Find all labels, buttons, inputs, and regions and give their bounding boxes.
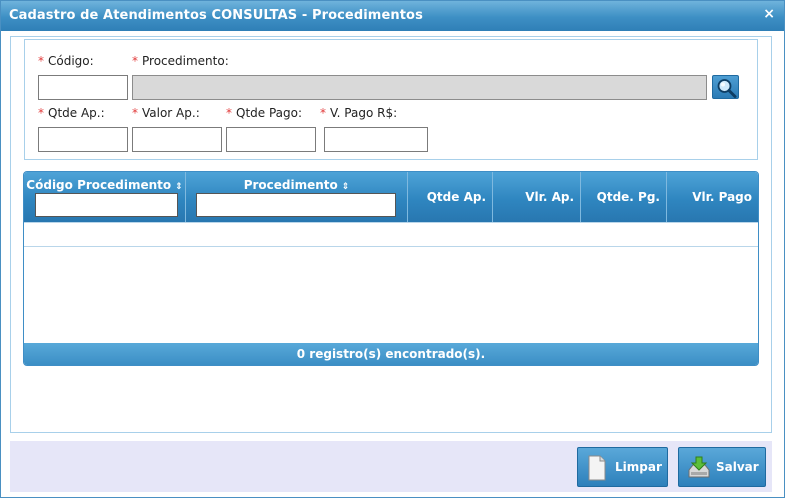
valor-ap-label: * Valor Ap.: [132,106,200,120]
v-pago-label: * V. Pago R$: [320,106,398,120]
column-label: Procedimento [243,178,338,192]
limpar-button[interactable]: Limpar [577,447,668,487]
title-bar[interactable]: Cadastro de Atendimentos CONSULTAS - Pro… [1,1,784,31]
sort-icon: ⇕ [341,182,350,192]
qtde-ap-input[interactable] [38,127,128,152]
window-title: Cadastro de Atendimentos CONSULTAS - Pro… [9,8,423,23]
grid-footer: 0 registro(s) encontrado(s). [24,343,758,365]
qtde-pago-label: * Qtde Pago: [226,106,303,120]
magnifier-icon [717,79,737,98]
column-label: Qtde Ap. [426,190,486,204]
filter-procedimento-input[interactable] [196,193,396,217]
column-vlr-pago[interactable]: Vlr. Pago [667,172,758,222]
codigo-input[interactable] [38,75,128,100]
column-qtde-ap[interactable]: Qtde Ap. [408,172,493,222]
codigo-label: * Código: [38,54,94,68]
column-codigo-procedimento[interactable]: Código Procedimento ⇕ [24,172,186,222]
column-vlr-ap[interactable]: Vlr. Ap. [493,172,581,222]
column-label: Código Procedimento [26,178,172,192]
qtde-pago-input[interactable] [226,127,316,152]
required-mark: * [132,54,138,68]
column-qtde-pg[interactable]: Qtde. Pg. [581,172,667,222]
column-label: Qtde. Pg. [596,190,660,204]
filter-codigo-input[interactable] [35,193,178,217]
action-bar: Limpar Salvar [10,441,772,492]
valor-ap-input[interactable] [132,127,222,152]
salvar-button[interactable]: Salvar [678,447,766,487]
procedures-grid: Código Procedimento ⇕ Procedimento ⇕ Qtde … [23,171,759,366]
procedimento-label: * Procedimento: [132,54,229,68]
qtde-ap-label: * Qtde Ap.: [38,106,105,120]
v-pago-input[interactable] [324,127,428,152]
column-label: Vlr. Ap. [525,190,574,204]
required-mark: * [226,106,232,120]
column-label: Vlr. Pago [692,190,752,204]
procedimento-field [132,75,707,100]
empty-row [24,222,758,247]
grid-header: Código Procedimento ⇕ Procedimento ⇕ Qtde … [24,172,758,222]
disk-download-icon [688,456,710,478]
close-icon[interactable]: × [763,6,775,22]
required-mark: * [38,106,44,120]
blank-page-icon [588,455,606,481]
search-button[interactable] [712,75,739,99]
dialog-window: Cadastro de Atendimentos CONSULTAS - Pro… [0,0,785,498]
required-mark: * [132,106,138,120]
limpar-label: Limpar [615,460,662,474]
column-procedimento[interactable]: Procedimento ⇕ [186,172,408,222]
required-mark: * [320,106,326,120]
salvar-label: Salvar [716,460,759,474]
sort-icon: ⇕ [175,182,183,192]
required-mark: * [38,54,44,68]
